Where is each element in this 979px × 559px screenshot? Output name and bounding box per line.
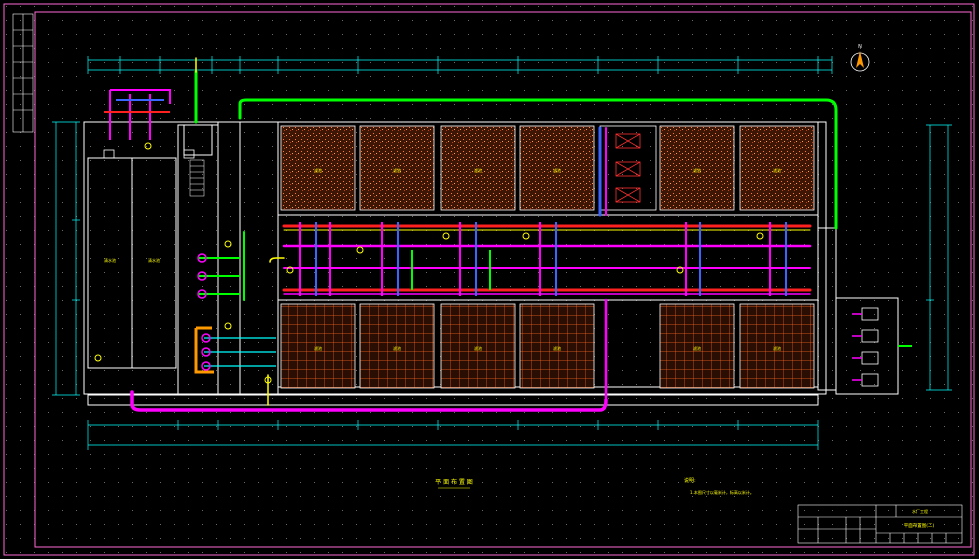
plan-title: 平 面 布 置 图 [435,478,473,486]
tank-label: 滤池 [693,167,701,173]
notes-heading: 说明: [684,477,696,484]
tank-label: 滤池 [393,167,401,173]
tank-label: 滤池 [693,345,701,351]
cad-drawing: 滤池 滤池 滤池 滤池 滤池 滤池 滤池 滤池 滤池 滤池 滤池 滤池 清水池 … [0,0,979,559]
tank-label: 滤池 [314,167,322,173]
note-line: 1.本图尺寸以毫米计，标高以米计。 [690,489,754,495]
top-tank-row [280,125,815,211]
tank-label: 滤池 [314,345,322,351]
tank-label: 滤池 [393,345,401,351]
tank-label: 清水池 [148,257,160,263]
tank-label: 滤池 [553,345,561,351]
title-block-title: 平面布置图(二) [904,522,935,529]
north-label: N [858,44,862,50]
tank-label: 滤池 [773,167,781,173]
tank-label: 清水池 [104,257,116,263]
tank-label: 滤池 [474,167,482,173]
bottom-tank-row [280,303,815,389]
tank-label: 滤池 [474,345,482,351]
tank-label: 滤池 [553,167,561,173]
tank-label: 滤池 [773,345,781,351]
title-block-project: 水厂工程 [912,508,928,514]
